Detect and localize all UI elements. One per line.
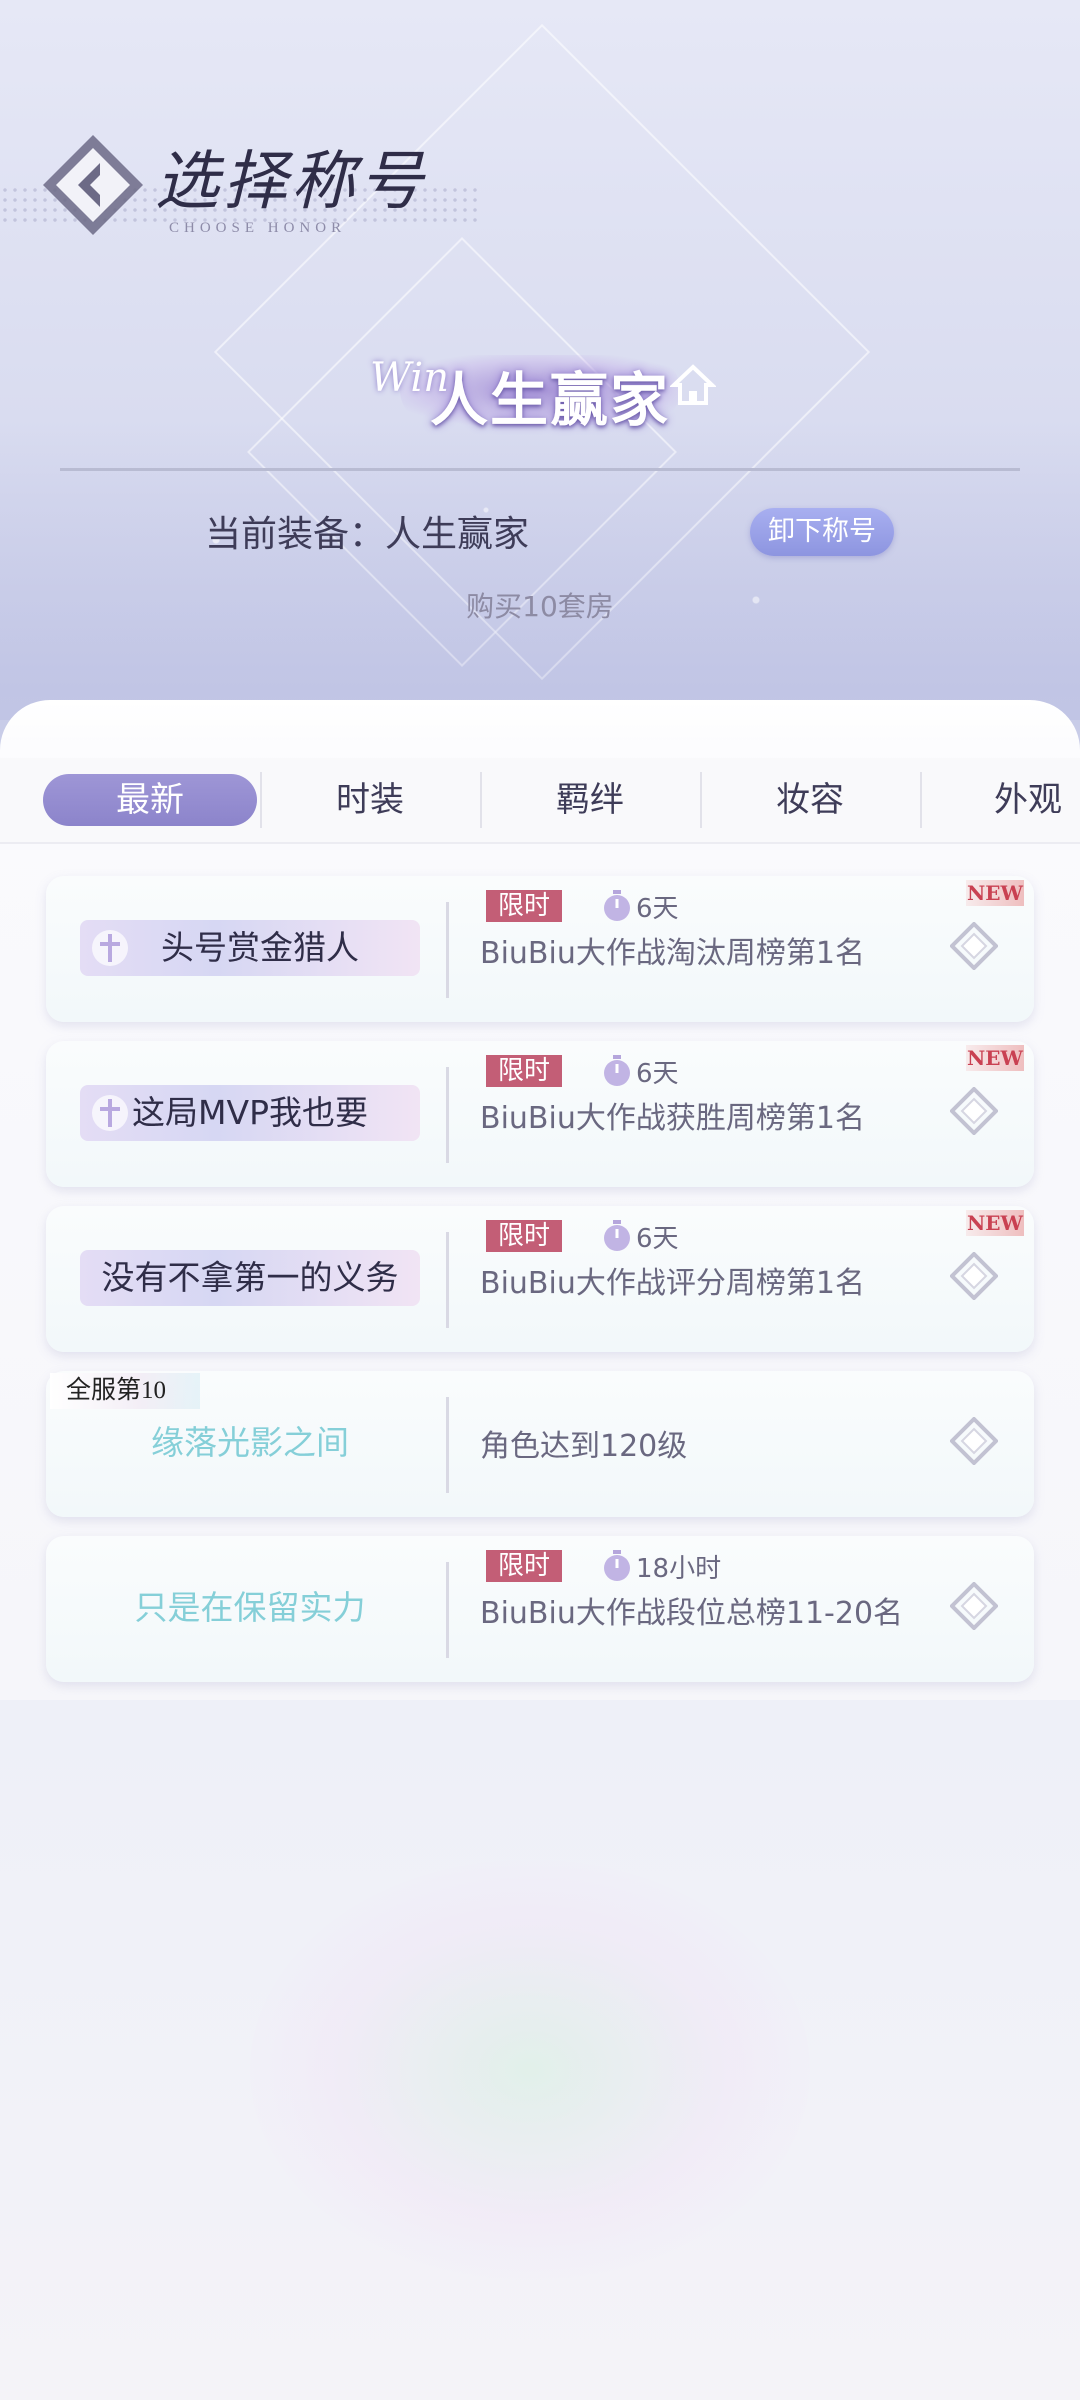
sparkle-background (0, 420, 1080, 720)
stopwatch-icon (604, 1550, 630, 1581)
emblem-icon (92, 930, 128, 966)
honor-name: 这局MVP我也要 (132, 1093, 368, 1132)
honor-condition: BiuBiu大作战评分周榜第1名 (480, 1266, 865, 1301)
tab-label: 外观 (994, 780, 1062, 820)
equipped-label: 当前装备：人生赢家 (205, 514, 530, 555)
tab-makeup[interactable]: 妆容 (700, 758, 920, 842)
unequip-button[interactable]: 卸下称号 (750, 508, 894, 556)
card-divider (446, 1397, 449, 1493)
time-remaining: 18小时 (636, 1554, 722, 1584)
diamond-select-icon[interactable] (950, 1582, 998, 1630)
tab-latest[interactable]: 最新 (40, 758, 260, 842)
honor-condition: BiuBiu大作战淘汰周榜第1名 (480, 936, 865, 971)
honor-badge: 只是在保留实力 (80, 1580, 420, 1636)
honor-name: 没有不拿第一的义务 (101, 1258, 399, 1297)
back-arrow-diamond-icon (43, 135, 143, 235)
title-subtitle: CHOOSE HONOR (169, 220, 347, 236)
honor-card[interactable]: 头号赏金猎人 限时 6天 BiuBiu大作战淘汰周榜第1名 NEW (46, 876, 1034, 1022)
limited-tag: 限时 (486, 890, 562, 922)
tab-fashion[interactable]: 时装 (260, 758, 480, 842)
new-badge: NEW (966, 1210, 1024, 1236)
badge-name: 人生赢家 (430, 366, 671, 434)
honor-condition: BiuBiu大作战段位总榜11-20名 (480, 1596, 904, 1631)
rank-badge: 全服第10 (50, 1373, 200, 1409)
honor-condition: 角色达到120级 (480, 1429, 688, 1464)
honor-name: 只是在保留实力 (134, 1588, 366, 1627)
card-divider (446, 1232, 449, 1328)
time-remaining: 6天 (636, 1224, 679, 1254)
honor-badge: 缘落光影之间 (80, 1415, 420, 1471)
title-text: 选择称号 (155, 145, 427, 219)
honor-card[interactable]: 全服第10 缘落光影之间 角色达到120级 (46, 1371, 1034, 1517)
limited-tag: 限时 (486, 1220, 562, 1252)
house-icon (670, 364, 716, 405)
time-remaining: 6天 (636, 894, 679, 924)
header-divider (60, 468, 1020, 471)
tab-label: 时装 (336, 780, 404, 820)
emblem-icon (92, 1095, 128, 1131)
honor-condition: BiuBiu大作战获胜周榜第1名 (480, 1101, 865, 1136)
category-tabs: 最新 时装 羁绊 妆容 外观 (0, 758, 1080, 844)
limited-tag: 限时 (486, 1550, 562, 1582)
new-badge: NEW (966, 880, 1024, 906)
tab-appearance[interactable]: 外观 (920, 758, 1080, 842)
diamond-select-icon[interactable] (950, 1417, 998, 1465)
honor-badge: 头号赏金猎人 (80, 920, 420, 976)
diamond-select-icon[interactable] (950, 1087, 998, 1135)
card-divider (446, 902, 449, 998)
time-remaining: 6天 (636, 1059, 679, 1089)
honor-card[interactable]: 没有不拿第一的义务 限时 6天 BiuBiu大作战评分周榜第1名 NEW (46, 1206, 1034, 1352)
honor-card[interactable]: 只是在保留实力 限时 18小时 BiuBiu大作战段位总榜11-20名 (46, 1536, 1034, 1682)
tab-label: 最新 (116, 780, 184, 820)
limited-tag: 限时 (486, 1055, 562, 1087)
honor-badge: 没有不拿第一的义务 (80, 1250, 420, 1306)
diamond-select-icon[interactable] (950, 922, 998, 970)
card-divider (446, 1067, 449, 1163)
bottom-glow (250, 1860, 810, 2280)
diamond-select-icon[interactable] (950, 1252, 998, 1300)
back-button[interactable] (38, 130, 148, 240)
tab-label: 羁绊 (556, 780, 624, 820)
stopwatch-icon (604, 1055, 630, 1086)
honor-name: 头号赏金猎人 (161, 928, 359, 967)
tab-bond[interactable]: 羁绊 (480, 758, 700, 842)
card-divider (446, 1562, 449, 1658)
current-honor-badge: Win 人生赢家 (360, 335, 720, 435)
honor-name: 缘落光影之间 (151, 1423, 349, 1462)
stopwatch-icon (604, 890, 630, 921)
page-title: 选择称号 CHOOSE HONOR (155, 130, 427, 237)
tab-label: 妆容 (776, 780, 844, 820)
equipped-condition: 购买10套房 (466, 590, 614, 623)
honor-badge: 这局MVP我也要 (80, 1085, 420, 1141)
honor-card[interactable]: 这局MVP我也要 限时 6天 BiuBiu大作战获胜周榜第1名 NEW (46, 1041, 1034, 1187)
new-badge: NEW (966, 1045, 1024, 1071)
stopwatch-icon (604, 1220, 630, 1251)
